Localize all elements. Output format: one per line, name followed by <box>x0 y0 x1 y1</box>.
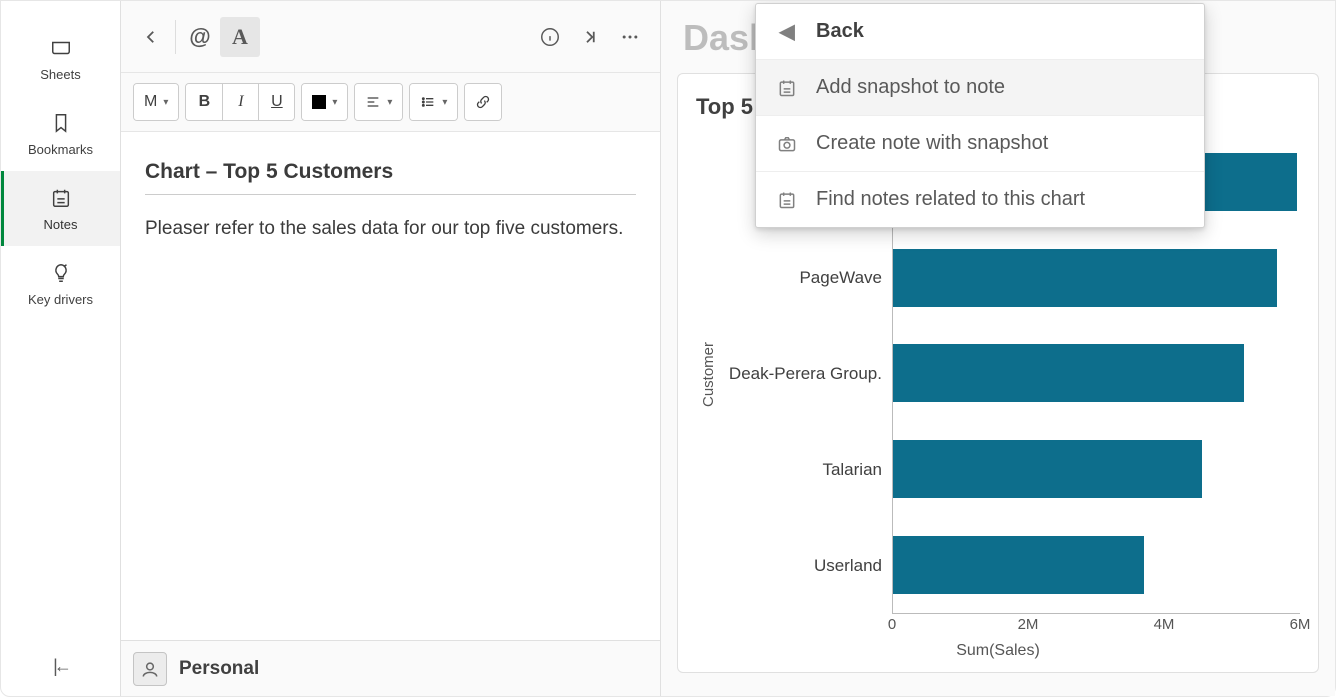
menu-add-snapshot-label: Add snapshot to note <box>816 76 1005 99</box>
lightbulb-icon <box>50 262 72 284</box>
notes-panel: @ A M▾ B I U ▾ <box>121 1 661 696</box>
notes-footer: Personal <box>121 640 660 696</box>
chart-tick: 2M <box>1018 616 1039 633</box>
chart-bar[interactable] <box>893 344 1244 402</box>
chevron-left-icon: ◀ <box>776 21 798 43</box>
menu-back-label: Back <box>816 20 864 43</box>
underline-button[interactable]: U <box>258 84 294 120</box>
heading-size-select[interactable]: M▾ <box>134 84 178 120</box>
collapse-left-icon[interactable]: |← <box>51 656 71 676</box>
more-button[interactable] <box>610 17 650 57</box>
notes-header: @ A <box>121 1 660 73</box>
sidebar-item-keydrivers[interactable]: Key drivers <box>1 246 120 321</box>
note-title: Chart – Top 5 Customers <box>145 160 636 195</box>
menu-back[interactable]: ◀ Back <box>756 4 1204 60</box>
sidebar-label-sheets: Sheets <box>40 67 80 82</box>
alignment-select[interactable]: ▾ <box>355 84 402 120</box>
chart-tick: 6M <box>1290 616 1311 633</box>
chart-bar[interactable] <box>893 249 1277 307</box>
menu-add-snapshot[interactable]: Add snapshot to note <box>756 60 1204 116</box>
chart-xlabel: Sum(Sales) <box>696 642 1300 660</box>
context-menu: ◀ Back Add snapshot to note Create note … <box>755 3 1205 228</box>
go-end-button[interactable] <box>570 17 610 57</box>
heading-size-label: M <box>144 93 157 111</box>
info-button[interactable] <box>530 17 570 57</box>
note-body: Pleaser refer to the sales data for our … <box>145 215 636 244</box>
text-color-select[interactable]: ▾ <box>302 84 347 120</box>
chart-category-label: PageWave <box>799 268 882 288</box>
sidebar: Sheets Bookmarks Notes Key drivers |← <box>1 1 121 696</box>
notes-icon <box>776 77 798 99</box>
chart-category-label: Talarian <box>822 460 882 480</box>
sidebar-label-bookmarks: Bookmarks <box>28 142 93 157</box>
chart-tick: 0 <box>888 616 896 633</box>
chart-tick: 4M <box>1154 616 1175 633</box>
mention-button[interactable]: @ <box>180 17 220 57</box>
chart-bar[interactable] <box>893 536 1144 594</box>
chart-ylabel: Customer <box>701 341 718 406</box>
list-select[interactable]: ▾ <box>410 84 457 120</box>
dashboard-panel: Dashboard Top 5 Customers Customer Parac… <box>661 1 1335 696</box>
sheet-icon <box>50 37 72 59</box>
notes-icon <box>50 187 72 209</box>
bookmark-icon <box>50 112 72 134</box>
color-swatch <box>312 95 326 109</box>
link-button[interactable] <box>465 84 501 120</box>
camera-icon <box>776 133 798 155</box>
sidebar-item-sheets[interactable]: Sheets <box>1 21 120 96</box>
format-button[interactable]: A <box>220 17 260 57</box>
menu-create-note[interactable]: Create note with snapshot <box>756 116 1204 172</box>
separator <box>175 20 176 54</box>
sidebar-label-keydrivers: Key drivers <box>28 292 93 307</box>
avatar-icon <box>133 652 167 686</box>
notes-icon <box>776 189 798 211</box>
menu-find-notes[interactable]: Find notes related to this chart <box>756 172 1204 227</box>
sidebar-item-bookmarks[interactable]: Bookmarks <box>1 96 120 171</box>
sidebar-item-notes[interactable]: Notes <box>1 171 120 246</box>
chart-category-label: Deak-Perera Group. <box>729 364 882 384</box>
sidebar-label-notes: Notes <box>44 217 78 232</box>
chart-xticks: 02M4M6M <box>892 614 1300 638</box>
chart-bar[interactable] <box>893 440 1202 498</box>
note-editor[interactable]: Chart – Top 5 Customers Pleaser refer to… <box>121 132 660 640</box>
note-owner: Personal <box>179 658 259 680</box>
menu-find-notes-label: Find notes related to this chart <box>816 188 1085 211</box>
bold-button[interactable]: B <box>186 84 222 120</box>
italic-button[interactable]: I <box>222 84 258 120</box>
formatting-toolbar: M▾ B I U ▾ ▾ ▾ <box>121 73 660 132</box>
chart-category-label: Userland <box>814 556 882 576</box>
back-button[interactable] <box>131 17 171 57</box>
menu-create-note-label: Create note with snapshot <box>816 132 1048 155</box>
